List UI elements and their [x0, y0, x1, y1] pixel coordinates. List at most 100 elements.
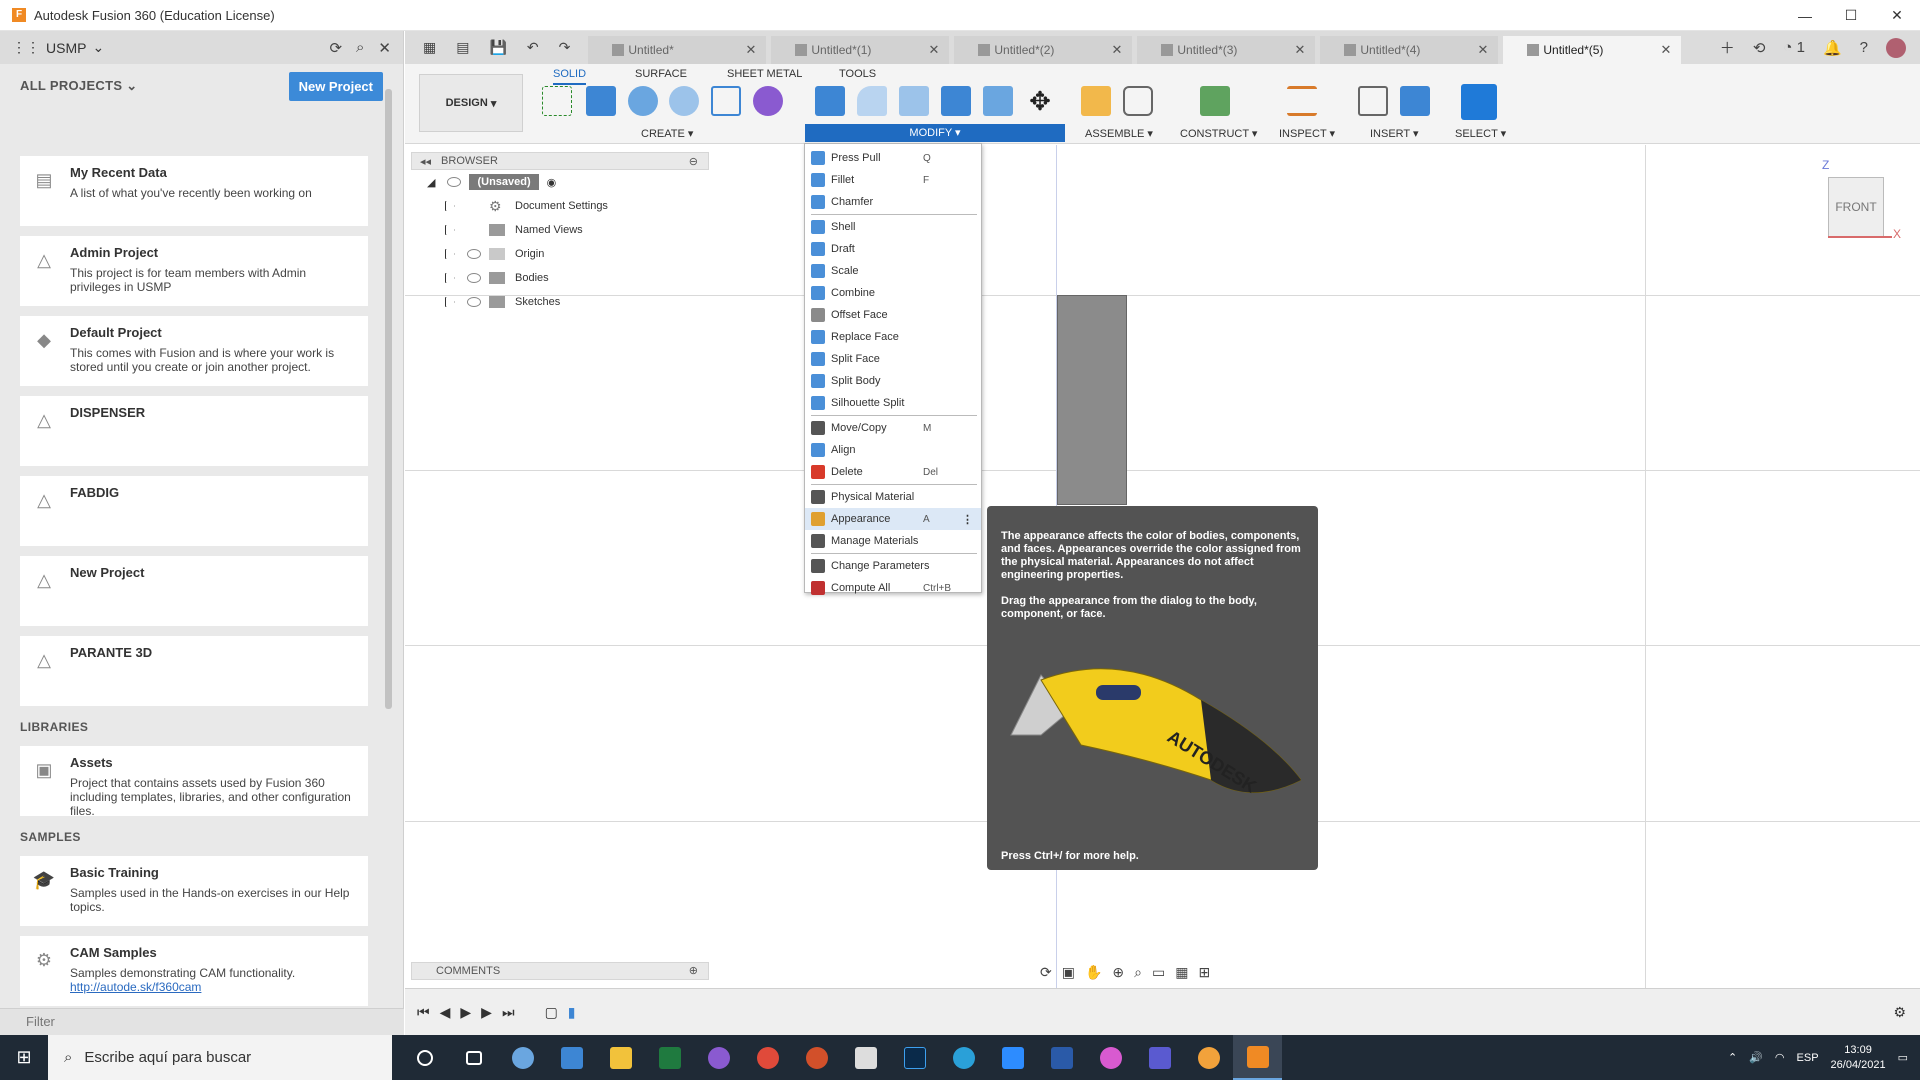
new-component-icon[interactable]: [1081, 86, 1111, 116]
project-card[interactable]: △ DISPENSER: [20, 396, 368, 466]
data-panel-scrollbar[interactable]: [385, 89, 392, 709]
expand-arrow-icon[interactable]: [445, 225, 455, 235]
menu-item-delete[interactable]: Delete Del: [805, 461, 981, 483]
file-explorer-icon[interactable]: [596, 1035, 645, 1080]
tray-overflow-icon[interactable]: ⌃: [1728, 1051, 1737, 1064]
minimize-button[interactable]: —: [1782, 0, 1828, 31]
document-tab[interactable]: Untitled*(5) ✕: [1503, 36, 1682, 64]
undo-icon[interactable]: ↶: [527, 39, 539, 56]
store-icon[interactable]: [841, 1035, 890, 1080]
document-tab[interactable]: Untitled*(4) ✕: [1320, 36, 1499, 64]
combine-icon[interactable]: [941, 86, 971, 116]
orbit-icon[interactable]: ⟳: [1040, 964, 1052, 981]
menu-item-shell[interactable]: Shell: [805, 216, 981, 238]
visibility-eye-icon[interactable]: [447, 177, 462, 187]
menu-item-replace-face[interactable]: Replace Face: [805, 326, 981, 348]
browser-root[interactable]: ◢ (Unsaved) ◉: [411, 170, 709, 194]
document-tab[interactable]: Untitled*(2) ✕: [954, 36, 1133, 64]
close-tab-icon[interactable]: ✕: [1294, 42, 1305, 58]
timeline-settings-icon[interactable]: ⚙: [1893, 1004, 1906, 1021]
menu-item-compute-all[interactable]: Compute All Ctrl+B: [805, 577, 981, 599]
extensions-icon[interactable]: ⟲: [1753, 39, 1766, 57]
tab-surface[interactable]: SURFACE: [635, 68, 687, 80]
menu-item-press-pull[interactable]: Press Pull Q: [805, 147, 981, 169]
joint-icon[interactable]: [1123, 86, 1153, 116]
tab-sheet-metal[interactable]: SHEET METAL: [727, 68, 802, 80]
project-card[interactable]: ▣ Assets Project that contains assets used…: [20, 746, 368, 818]
document-tab[interactable]: Untitled*(3) ✕: [1137, 36, 1316, 64]
fit-icon[interactable]: ⌕: [1134, 964, 1142, 981]
volume-icon[interactable]: 🔊: [1749, 1051, 1763, 1064]
look-at-icon[interactable]: ▣: [1062, 964, 1075, 981]
user-avatar[interactable]: [1886, 37, 1906, 58]
measure-icon[interactable]: [1287, 86, 1317, 116]
menu-item-fillet[interactable]: Fillet F: [805, 169, 981, 191]
minimize-browser-icon[interactable]: ⊖: [689, 155, 698, 168]
powerpoint-icon[interactable]: [792, 1035, 841, 1080]
pattern-icon[interactable]: [711, 86, 741, 116]
modify-group-label[interactable]: MODIFY ▾: [805, 124, 1065, 142]
browser-node[interactable]: ⚙ Document Settings: [411, 194, 709, 218]
create-sketch-icon[interactable]: [542, 86, 572, 116]
notifications-bell-icon[interactable]: 🔔: [1823, 39, 1842, 57]
document-tab[interactable]: Untitled* ✕: [588, 36, 767, 64]
chamfer-icon[interactable]: [899, 86, 929, 116]
go-to-end-icon[interactable]: ⏭: [502, 1004, 515, 1021]
menu-item-align[interactable]: Align: [805, 439, 981, 461]
timeline-feature-icon[interactable]: ▢: [545, 1004, 558, 1021]
zoom-app-icon[interactable]: [988, 1035, 1037, 1080]
menu-item-manage-materials[interactable]: Manage Materials: [805, 530, 981, 552]
menu-item-split-body[interactable]: Split Body: [805, 370, 981, 392]
close-tab-icon[interactable]: ✕: [928, 42, 939, 58]
step-back-icon[interactable]: ◀: [440, 1004, 451, 1021]
select-icon[interactable]: [1461, 84, 1497, 120]
press-pull-icon[interactable]: [815, 86, 845, 116]
collapse-arrow-icon[interactable]: ◢: [427, 176, 435, 189]
menu-item-physical-material[interactable]: Physical Material: [805, 486, 981, 508]
project-card[interactable]: ▤ My Recent Data A list of what you've rec…: [20, 156, 368, 226]
display-settings-icon[interactable]: ▭: [1152, 964, 1165, 981]
menu-item-scale[interactable]: Scale: [805, 260, 981, 282]
step-forward-icon[interactable]: ▶: [481, 1004, 492, 1021]
form-icon[interactable]: [753, 86, 783, 116]
expand-arrow-icon[interactable]: [445, 201, 455, 211]
tab-solid[interactable]: SOLID: [553, 68, 587, 85]
edge-icon[interactable]: [939, 1035, 988, 1080]
search-icon[interactable]: ⌕: [356, 39, 364, 57]
refresh-icon[interactable]: ⟳: [329, 39, 342, 57]
extrude-icon[interactable]: [586, 86, 616, 116]
add-comment-icon[interactable]: ⊕: [689, 963, 698, 979]
app-icon-2[interactable]: [1184, 1035, 1233, 1080]
fusion-taskbar-icon[interactable]: [1233, 1035, 1282, 1080]
new-project-button[interactable]: New Project: [288, 71, 383, 101]
help-icon[interactable]: ?: [1860, 39, 1868, 56]
project-card[interactable]: △ Admin Project This project is for team m…: [20, 236, 368, 306]
close-window-button[interactable]: ✕: [1874, 0, 1920, 31]
new-tab-icon[interactable]: ＋: [1720, 37, 1735, 58]
menu-item-combine[interactable]: Combine: [805, 282, 981, 304]
close-tab-icon[interactable]: ✕: [1477, 42, 1488, 58]
taskbar-search[interactable]: ⌕ Escribe aquí para buscar: [48, 1035, 392, 1080]
zoom-icon[interactable]: ⊕: [1112, 964, 1124, 981]
split-body-icon[interactable]: [983, 86, 1013, 116]
comments-panel[interactable]: COMMENTS ⊕: [411, 962, 709, 980]
inspect-group-label[interactable]: INSPECT ▾: [1279, 127, 1335, 140]
podcast-app-icon[interactable]: [694, 1035, 743, 1080]
assemble-group-label[interactable]: ASSEMBLE ▾: [1085, 127, 1153, 140]
menu-item-silhouette-split[interactable]: Silhouette Split: [805, 392, 981, 414]
project-card[interactable]: ◆ Default Project This comes with Fusion a…: [20, 316, 368, 386]
task-view-icon[interactable]: [449, 1035, 498, 1080]
chrome-icon[interactable]: [743, 1035, 792, 1080]
network-icon[interactable]: ◠: [1775, 1051, 1785, 1064]
browser-node[interactable]: Named Views: [411, 218, 709, 242]
save-icon[interactable]: 💾: [489, 39, 506, 56]
browser-node[interactable]: Bodies: [411, 266, 709, 290]
project-card[interactable]: △ FABDIG: [20, 476, 368, 546]
workspace-switcher[interactable]: DESIGN ▾: [419, 74, 523, 132]
project-link[interactable]: http://autode.sk/f360cam: [70, 980, 358, 994]
offset-plane-icon[interactable]: [1200, 86, 1230, 116]
create-group-label[interactable]: CREATE ▾: [641, 127, 693, 140]
fillet-icon[interactable]: [857, 86, 887, 116]
menu-item-appearance[interactable]: Appearance A ⋮: [805, 508, 981, 530]
project-card[interactable]: △ New Project: [20, 556, 368, 626]
